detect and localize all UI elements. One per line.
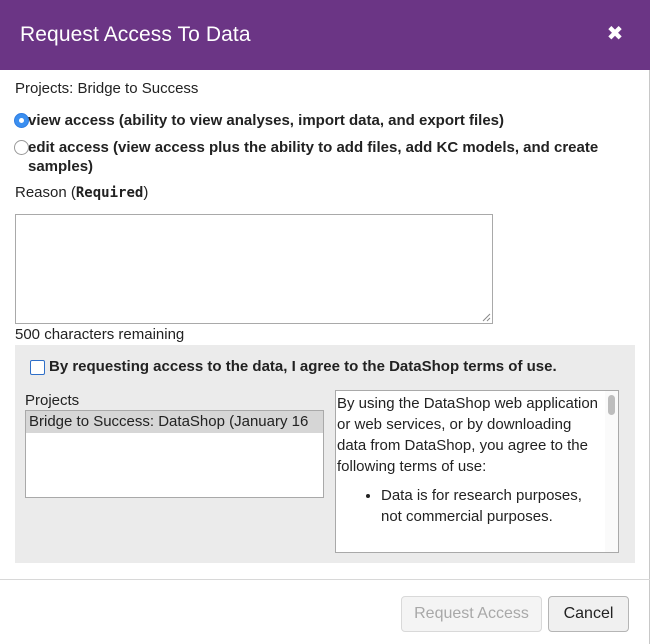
- reason-required-text: Required: [75, 185, 144, 201]
- radio-button-view-access[interactable]: [14, 113, 29, 128]
- terms-scrollbar-thumb[interactable]: [608, 395, 615, 415]
- terms-agree-label[interactable]: By requesting access to the data, I agre…: [30, 357, 557, 377]
- radio-button-edit-access[interactable]: [14, 140, 29, 155]
- projects-listbox[interactable]: Bridge to Success: DataShop (January 16: [25, 410, 324, 498]
- request-access-dialog: Request Access To Data ✖ Projects: Bridg…: [0, 0, 650, 644]
- dialog-title: Request Access To Data: [20, 23, 251, 46]
- terms-panel: By requesting access to the data, I agre…: [15, 345, 635, 563]
- terms-bullet-list: Data is for research purposes, not comme…: [337, 485, 604, 527]
- projects-list-label: Projects: [25, 392, 80, 409]
- terms-scrollbar-track[interactable]: [605, 391, 618, 552]
- terms-of-use-body: By using the DataShop web application or…: [336, 391, 604, 527]
- characters-remaining: 500 characters remaining: [15, 326, 185, 343]
- list-item[interactable]: Bridge to Success: DataShop (January 16: [26, 411, 323, 433]
- resize-grip-icon[interactable]: [481, 312, 491, 322]
- radio-edit-access[interactable]: edit access (view access plus the abilit…: [14, 138, 639, 176]
- close-icon[interactable]: ✖: [604, 22, 626, 46]
- projects-line: Projects: Bridge to Success: [15, 80, 199, 97]
- reason-label-prefix: Reason (: [15, 184, 76, 201]
- request-access-button[interactable]: Request Access: [401, 596, 542, 632]
- radio-label-edit-access[interactable]: edit access (view access plus the abilit…: [14, 138, 639, 176]
- dialog-titlebar: Request Access To Data ✖: [0, 0, 650, 70]
- reason-textarea[interactable]: [15, 214, 493, 324]
- footer-divider: [0, 579, 650, 580]
- terms-paragraph: By using the DataShop web application or…: [337, 395, 599, 475]
- cancel-button[interactable]: Cancel: [548, 596, 629, 632]
- terms-of-use-textbox[interactable]: By using the DataShop web application or…: [335, 390, 619, 553]
- terms-agree-checkbox[interactable]: [30, 360, 45, 375]
- radio-view-access[interactable]: view access (ability to view analyses, i…: [14, 111, 639, 130]
- terms-bullet: Data is for research purposes, not comme…: [381, 485, 604, 527]
- radio-label-view-access[interactable]: view access (ability to view analyses, i…: [14, 111, 639, 130]
- reason-label: Reason (Required): [15, 184, 148, 201]
- reason-label-suffix: ): [143, 184, 149, 201]
- terms-agree-row[interactable]: By requesting access to the data, I agre…: [30, 357, 557, 377]
